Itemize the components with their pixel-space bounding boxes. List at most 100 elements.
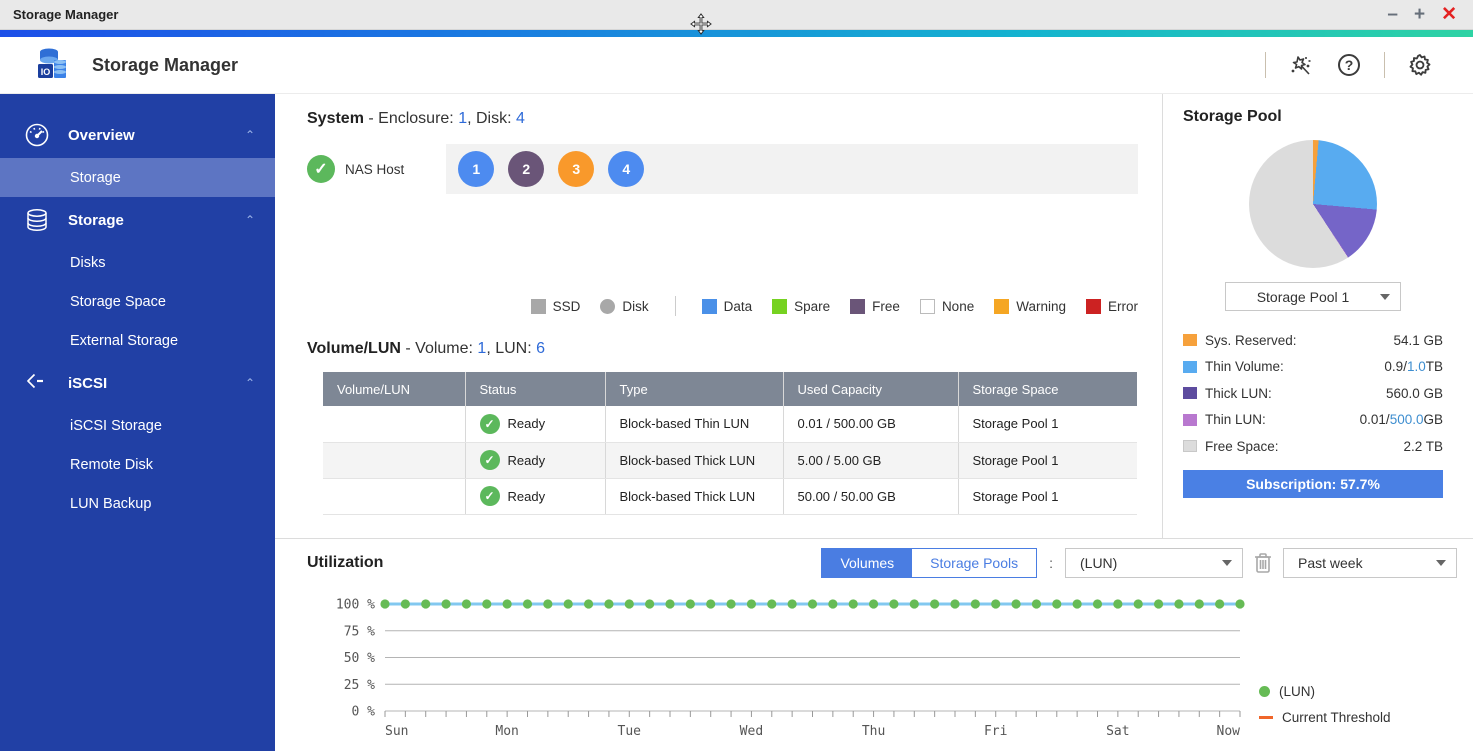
wizard-icon[interactable] bbox=[1288, 52, 1314, 78]
disk-label: , Disk: bbox=[467, 110, 516, 127]
sidebar-item-external-storage[interactable]: External Storage bbox=[0, 321, 275, 360]
table-row[interactable]: ✓ Ready Block-based Thick LUN 50.00 / 50.00… bbox=[323, 478, 1137, 515]
free-swatch bbox=[850, 298, 866, 314]
legend-item-none: None bbox=[919, 298, 974, 314]
status-ok-icon: ✓ bbox=[479, 486, 500, 506]
data-point bbox=[1235, 599, 1245, 609]
data-point bbox=[909, 599, 919, 609]
sidebar-section-storage[interactable]: Storage ⌃ bbox=[0, 197, 275, 243]
data-point bbox=[1153, 599, 1164, 609]
sidebar-nav: Overview ⌃ Storage Storage ⌃ Disks Storage Spa… bbox=[0, 94, 275, 751]
volume-subtitle: - Volume: bbox=[400, 340, 478, 357]
toggle-storage-pools-button[interactable]: Storage Pools bbox=[912, 549, 1037, 577]
lun-count: 6 bbox=[536, 340, 546, 357]
volume-count: 1 bbox=[477, 340, 487, 357]
threshold-dash-icon bbox=[1259, 715, 1273, 719]
x-axis-label: Fri bbox=[984, 724, 1007, 739]
chevron-down-icon bbox=[1436, 560, 1446, 566]
data-point bbox=[767, 599, 777, 609]
chevron-up-icon[interactable]: ⌃ bbox=[245, 376, 255, 390]
storage-pool-select[interactable]: Storage Pool 1 bbox=[1225, 282, 1401, 311]
cell-status: ✓ Ready bbox=[464, 406, 605, 443]
sidebar-item-disks[interactable]: Disks bbox=[0, 243, 275, 282]
pool-legend-row-thin-volume: Thin Volume: 0.9/1.0TB bbox=[1183, 354, 1443, 381]
nas-host-label: NAS Host bbox=[345, 161, 405, 177]
disk-slot-bar: 1234 bbox=[446, 144, 1138, 194]
sidebar-item-storage[interactable]: Storage bbox=[0, 158, 275, 197]
warning-swatch bbox=[994, 298, 1010, 314]
data-point bbox=[543, 599, 553, 609]
minimize-button[interactable]: – bbox=[1387, 5, 1398, 24]
cell-used-capacity: 5.00 / 5.00 GB bbox=[782, 442, 958, 479]
sidebar-item-remote-disk[interactable]: Remote Disk bbox=[0, 445, 275, 484]
maximize-button[interactable]: + bbox=[1414, 5, 1425, 24]
x-axis-label: Now bbox=[1217, 724, 1241, 739]
sidebar-item-storage-space[interactable]: Storage Space bbox=[0, 282, 275, 321]
chevron-up-icon[interactable]: ⌃ bbox=[245, 213, 255, 227]
legend-item-data: Data bbox=[701, 298, 753, 314]
data-point bbox=[1011, 599, 1021, 609]
data-point bbox=[828, 599, 838, 609]
pool-swatch bbox=[1183, 387, 1197, 400]
trash-icon[interactable] bbox=[1253, 551, 1273, 575]
window-controls: – + ✕ bbox=[1387, 5, 1473, 24]
pool-legend-label: Thick LUN: bbox=[1205, 385, 1272, 401]
value-part: 0.01/ bbox=[1359, 412, 1390, 428]
pool-legend-row-free-space: Free Space: 2.2 TB bbox=[1183, 433, 1443, 460]
status-ready: ✓ Ready bbox=[479, 450, 605, 470]
subscription-badge[interactable]: Subscription: 57.7% bbox=[1183, 469, 1443, 498]
disks-icon bbox=[24, 207, 50, 233]
legend-label: Data bbox=[723, 298, 753, 314]
toggle-volumes-button[interactable]: Volumes bbox=[822, 549, 913, 577]
period-select[interactable]: Past week bbox=[1283, 548, 1457, 578]
lun-select[interactable]: (LUN) bbox=[1065, 548, 1243, 578]
help-icon[interactable]: ? bbox=[1336, 52, 1362, 78]
cell-volume-lun bbox=[323, 478, 465, 515]
column-header: Volume/LUN bbox=[323, 372, 465, 406]
chevron-up-icon[interactable]: ⌃ bbox=[245, 128, 255, 142]
pool-legend-value: 54.1 GB bbox=[1393, 333, 1443, 348]
data-point bbox=[1215, 599, 1225, 609]
sidebar-section-iscsi[interactable]: iSCSI ⌃ bbox=[0, 360, 275, 406]
x-axis-label: Thu bbox=[862, 724, 885, 739]
table-row[interactable]: ✓ Ready Block-based Thin LUN 0.01 / 500.00 … bbox=[323, 406, 1137, 443]
status-ready: ✓ Ready bbox=[479, 486, 605, 506]
pool-legend-label: Sys. Reserved: bbox=[1205, 332, 1297, 348]
x-axis-label: Sat bbox=[1106, 724, 1129, 739]
data-point bbox=[522, 599, 533, 609]
table-header-row: Volume/LUN Status Type Used Capacity Storage… bbox=[323, 372, 1137, 406]
disk-slot-1[interactable]: 1 bbox=[458, 151, 495, 187]
pool-swatch bbox=[1183, 440, 1197, 453]
storage-manager-logo: IO bbox=[34, 46, 72, 84]
legend-divider bbox=[674, 296, 676, 316]
cell-type: Block-based Thick LUN bbox=[604, 478, 783, 515]
table-row[interactable]: ✓ Ready Block-based Thick LUN 5.00 / 5.00 G… bbox=[323, 442, 1137, 479]
lun-label: , LUN: bbox=[486, 340, 537, 357]
legend-label: SSD bbox=[552, 298, 581, 314]
chart-legend: (LUN) Current Threshold bbox=[1259, 678, 1391, 748]
data-point bbox=[441, 599, 451, 609]
nas-host-row: ✓ NAS Host 1234 bbox=[307, 144, 1138, 194]
sidebar-section-overview[interactable]: Overview ⌃ bbox=[0, 112, 275, 158]
cell-type: Block-based Thick LUN bbox=[604, 442, 783, 479]
close-button[interactable]: ✕ bbox=[1441, 5, 1457, 24]
cell-status: ✓ Ready bbox=[464, 442, 605, 479]
data-point bbox=[746, 599, 757, 609]
y-axis-label: 0 % bbox=[352, 705, 376, 720]
cell-status: ✓ Ready bbox=[464, 478, 605, 515]
status-ok-icon: ✓ bbox=[479, 413, 500, 434]
svg-text:IO: IO bbox=[41, 67, 51, 77]
data-point bbox=[604, 599, 614, 609]
content-area: System - Enclosure: 1, Disk: 4 ✓ NAS Hos… bbox=[275, 94, 1473, 751]
pool-swatch bbox=[1183, 334, 1197, 347]
disk-slot-4[interactable]: 4 bbox=[608, 151, 645, 187]
system-subtitle: - Enclosure: bbox=[363, 110, 459, 127]
sidebar-item-iscsi-storage[interactable]: iSCSI Storage bbox=[0, 406, 275, 445]
titlebar[interactable]: Storage Manager – + ✕ bbox=[0, 0, 1473, 30]
settings-gear-icon[interactable] bbox=[1407, 52, 1433, 78]
disk-slot-2[interactable]: 2 bbox=[508, 151, 545, 187]
value-part: TB bbox=[1425, 359, 1443, 375]
sidebar-item-lun-backup[interactable]: LUN Backup bbox=[0, 484, 275, 523]
disk-slot-3[interactable]: 3 bbox=[558, 151, 595, 187]
value-part: GB bbox=[1423, 412, 1443, 428]
